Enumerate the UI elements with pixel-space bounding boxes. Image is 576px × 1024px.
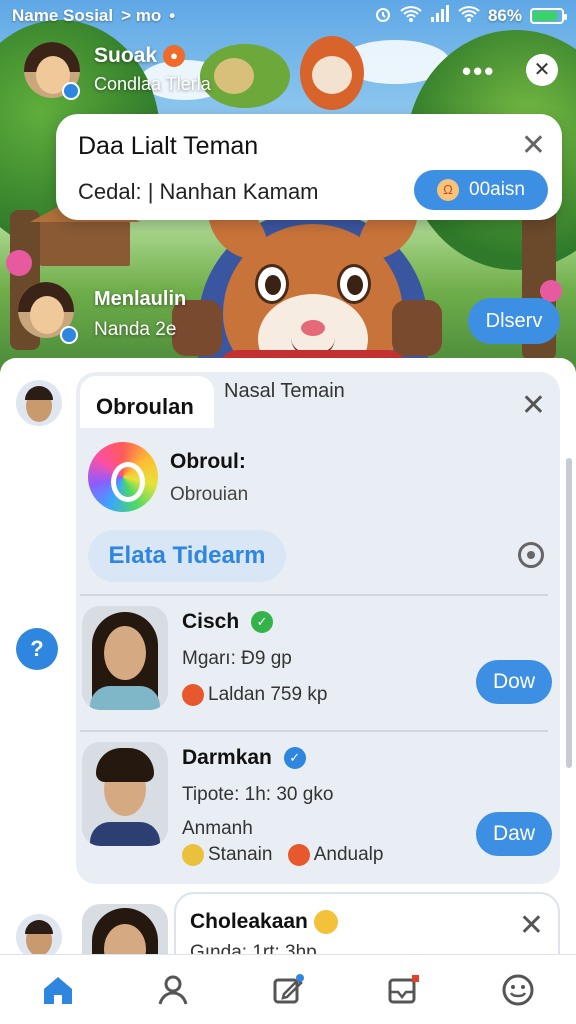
help-button[interactable]: ? (16, 628, 58, 670)
status-extra: > mo (121, 6, 162, 25)
nav-home[interactable] (28, 960, 88, 1020)
hero-user-2-name: Menlaulin (94, 288, 187, 310)
signal-icon (430, 4, 450, 28)
friend-line-1: Mgarı: Ð9 gp (182, 648, 292, 669)
dot-indicator: • (169, 6, 176, 25)
cartoon-fox (300, 36, 364, 110)
emoji-icon (287, 844, 310, 866)
wifi-icon-2 (458, 5, 480, 28)
brand-handle: Obrouian (170, 484, 249, 505)
friend-line-2: Laldan 759 kp (208, 684, 328, 706)
friend-suggestion-popup: Daa Lialt Teman ✕ Cedal: | Nanhan Kamam … (56, 114, 562, 220)
popup-subtitle: Cedal: | Nanhan Kamam (78, 179, 319, 204)
suggestion-card: Obroulan Nasal Temain ✕ Obroul: Obrouian… (76, 372, 560, 884)
emoji-icon (182, 844, 204, 866)
bottom-nav (0, 954, 576, 1024)
inbox-icon (388, 974, 420, 1003)
emoji-icon (182, 684, 204, 706)
smiley-icon (502, 974, 534, 1005)
friend-name: Darmkan (182, 746, 272, 769)
cartoon-dinosaur (200, 44, 290, 108)
popup-action-label: 00aisn (469, 179, 525, 200)
divider (80, 594, 548, 596)
wifi-icon (400, 5, 422, 28)
nav-edit[interactable] (258, 960, 318, 1020)
coin-icon: Ω (437, 179, 459, 201)
card2-sub: Gında: 1rt: 3hp (190, 942, 317, 954)
brand-name: Obroul: (170, 450, 246, 473)
card-subtitle: Nasal Temain (224, 380, 345, 402)
friend-tag-2: Andualp (313, 844, 384, 866)
battery-icon (530, 8, 567, 24)
popup-action-button[interactable]: Ω 00aisn (414, 170, 548, 210)
popup-title: Daa Lialt Teman (78, 132, 259, 160)
feed: Obroulan Nasal Temain ✕ Obroul: Obrouian… (0, 358, 576, 954)
tab-obroulan[interactable]: Obroulan (80, 376, 214, 428)
friend-action-button[interactable]: Dow (476, 660, 552, 704)
friend-photo (82, 904, 168, 954)
hero-user-2-sub: Nanda 2e (94, 319, 177, 340)
find-friends-button[interactable]: Elata Tidearm (88, 530, 286, 582)
alarm-icon (374, 5, 392, 28)
target-icon[interactable] (518, 542, 544, 568)
more-options-button[interactable]: ••• (462, 56, 495, 87)
hero-user-1-name: Suoak (94, 44, 158, 67)
hero-user-2[interactable]: Menlaulin Nanda 2e (94, 288, 186, 341)
nav-profile[interactable] (143, 960, 203, 1020)
scrollbar[interactable] (566, 458, 572, 768)
battery-text: 86% (487, 6, 522, 25)
friend-row[interactable]: Cisch ✓ Mgarı: Ð9 gp Laldan 759 kp Dow (82, 606, 552, 726)
verified-badge-icon (62, 82, 80, 100)
profile-icon (158, 975, 188, 1004)
brand-logo (88, 442, 158, 512)
verified-badge-icon (60, 326, 78, 344)
discover-button[interactable]: Dlserv (468, 298, 560, 344)
edit-icon (273, 973, 304, 1003)
close-hero-button[interactable]: ✕ (526, 54, 558, 86)
verified-check-icon: ✓ (283, 747, 306, 770)
smile-emoji-icon (313, 910, 338, 935)
home-icon (43, 976, 72, 1004)
avatar[interactable] (16, 380, 62, 426)
friend-line-1: Tipote: 1h: 30 gko (182, 784, 334, 805)
friend-line-2: Anmanh (182, 818, 253, 839)
friend-action-button[interactable]: Daw (476, 812, 552, 856)
nav-emoji[interactable] (488, 960, 548, 1020)
friend-photo (82, 606, 168, 710)
squirrel-mascot (172, 200, 448, 372)
friend-row[interactable]: Darmkan ✓ Tipote: 1h: 30 gko Anmanh Stan… (82, 742, 552, 866)
avatar[interactable] (16, 914, 62, 954)
card2-name: Choleakaan (190, 910, 308, 933)
friend-line-2-wrap: Laldan 759 kp (182, 684, 327, 706)
hero-user-1-sub: Condlaa Tlerla (94, 74, 211, 94)
friend-photo (82, 742, 168, 846)
nav-inbox[interactable] (373, 960, 433, 1020)
carrier-label: Name Sosial (12, 6, 114, 25)
close-icon: ✕ (533, 59, 551, 81)
friend-tags: Stanain Andualp (182, 844, 383, 866)
hero-user-1[interactable]: Suoak ● Condlaa Tlerla (94, 44, 211, 95)
card2-close-button[interactable]: ✕ (519, 908, 544, 943)
popup-close-button[interactable]: ✕ (521, 128, 546, 163)
verified-check-icon: ✓ (251, 611, 274, 634)
card-close-button[interactable]: ✕ (521, 388, 546, 423)
fire-badge-icon: ● (163, 45, 186, 68)
friend-tag-1: Stanain (208, 844, 273, 866)
divider (80, 730, 548, 732)
friend-name: Cisch (182, 610, 240, 633)
suggestion-card-2[interactable]: Choleakaan Gında: 1rt: 3hp ✕ (174, 892, 560, 954)
status-bar: Name Sosial > mo • 86% (0, 0, 576, 32)
